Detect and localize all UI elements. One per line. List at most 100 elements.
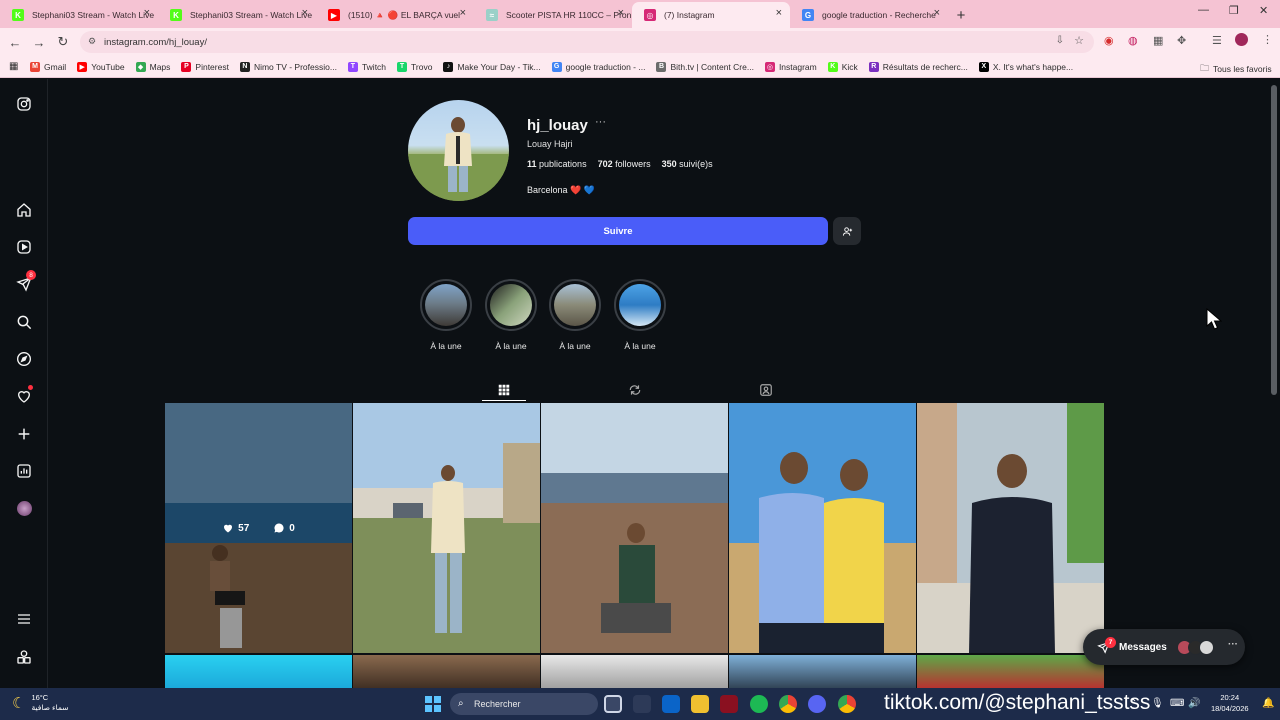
bookmark-item[interactable]: T Trovo xyxy=(397,61,432,72)
more-dots-icon[interactable]: ··· xyxy=(1228,639,1238,650)
scrollbar-thumb[interactable] xyxy=(1271,85,1277,395)
create-plus-icon[interactable] xyxy=(14,424,34,444)
followers-stat[interactable]: 702 followers xyxy=(598,159,651,169)
dashboard-icon[interactable] xyxy=(14,461,34,481)
explore-compass-icon[interactable] xyxy=(14,349,34,369)
bookmark-item[interactable]: ♪ Make Your Day - Tik... xyxy=(443,61,541,72)
post-tile[interactable] xyxy=(917,655,1104,688)
back-icon[interactable]: ← xyxy=(3,35,27,50)
bookmark-item[interactable]: K Kick xyxy=(827,61,858,72)
extension-pink-icon[interactable]: ◍ xyxy=(1128,34,1138,47)
microphone-icon[interactable]: 🎙 xyxy=(1151,698,1164,709)
file-explorer-icon[interactable] xyxy=(691,695,709,713)
all-favorites-folder[interactable]: 🗀 Tous les favoris xyxy=(1200,61,1272,77)
extensions-puzzle-icon[interactable]: ✥ xyxy=(1177,34,1186,47)
windows-start-icon[interactable] xyxy=(425,696,441,712)
tab-reposts[interactable] xyxy=(613,379,657,401)
page-scrollbar[interactable] xyxy=(1268,79,1280,688)
reading-list-icon[interactable]: ☰ xyxy=(1212,34,1222,47)
post-tile[interactable] xyxy=(729,403,916,653)
extension-red-icon[interactable]: ◉ xyxy=(1104,34,1114,47)
more-menu-icon[interactable] xyxy=(14,609,34,629)
browser-tab[interactable]: ▶ (1510) 🔺 🔴 EL BARÇA vuel × xyxy=(316,2,474,28)
post-tile[interactable] xyxy=(729,655,916,688)
browser-tab[interactable]: K Stephani03 Stream - Watch Live × xyxy=(0,2,158,28)
post-tile[interactable] xyxy=(353,655,540,688)
post-tile[interactable]: 57 0 xyxy=(165,403,352,653)
profile-options-icon[interactable]: ··· xyxy=(595,116,606,128)
address-bar[interactable]: ⚙ instagram.com/hj_louay/ ⇩ ☆ xyxy=(80,31,1094,53)
restore-icon[interactable]: ❐ xyxy=(1229,4,1239,17)
post-tile[interactable] xyxy=(541,655,728,688)
direct-messages-icon[interactable]: 8 xyxy=(14,270,36,294)
notifications-heart-icon[interactable] xyxy=(14,385,34,406)
highlight-item[interactable]: À la une xyxy=(547,279,603,351)
discord-icon[interactable] xyxy=(808,695,826,713)
post-tile[interactable] xyxy=(165,655,352,688)
bookmark-item[interactable]: M Gmail xyxy=(30,61,66,72)
new-tab-button[interactable]: + xyxy=(948,2,974,28)
taskbar-search[interactable]: ⌕ Rechercher xyxy=(450,693,598,715)
suggested-accounts-button[interactable] xyxy=(833,217,861,245)
site-info-icon[interactable]: ⚙ xyxy=(88,36,96,47)
chrome-alt-icon[interactable] xyxy=(838,695,856,713)
widgets-icon[interactable] xyxy=(633,695,651,713)
bookmark-item[interactable]: ◎ Instagram xyxy=(764,61,817,72)
close-tab-icon[interactable]: × xyxy=(776,7,782,19)
menu-kebab-icon[interactable]: ⋮ xyxy=(1262,33,1273,46)
follow-button[interactable]: Suivre xyxy=(408,217,828,245)
bookmark-item[interactable]: ▶ YouTube xyxy=(77,61,125,72)
minimize-icon[interactable]: — xyxy=(1198,4,1209,16)
post-tile[interactable] xyxy=(541,403,728,653)
taskbar-clock[interactable]: 20:24 18/04/2026 xyxy=(1211,692,1249,714)
profile-avatar-icon[interactable] xyxy=(1235,33,1248,46)
extension-grid-icon[interactable]: ▦ xyxy=(1153,34,1163,47)
bookmark-item[interactable]: ◆ Maps xyxy=(135,61,170,72)
network-icon[interactable]: ⌨ xyxy=(1170,698,1184,709)
chrome-icon[interactable] xyxy=(779,695,797,713)
close-tab-icon[interactable]: × xyxy=(460,7,466,19)
bookmark-item[interactable]: P Pinterest xyxy=(181,61,229,72)
highlight-item[interactable]: À la une xyxy=(483,279,539,351)
profile-picture[interactable] xyxy=(408,100,509,201)
browser-tab[interactable]: Ggoogle traduction - Recherche × xyxy=(790,2,948,28)
apps-grid-icon[interactable]: ▦ xyxy=(9,61,18,72)
also-from-meta-icon[interactable] xyxy=(14,647,34,667)
search-icon[interactable] xyxy=(14,312,34,332)
following-stat[interactable]: 350 suivi(e)s xyxy=(662,159,713,169)
forward-icon[interactable]: → xyxy=(27,35,51,50)
close-window-icon[interactable]: ✕ xyxy=(1259,4,1268,17)
bookmark-item[interactable]: X X. It's what's happe... xyxy=(978,61,1073,72)
outlook-icon[interactable] xyxy=(662,695,680,713)
tab-posts[interactable] xyxy=(482,379,526,401)
highlight-item[interactable]: À la une xyxy=(418,279,474,351)
close-tab-icon[interactable]: × xyxy=(144,7,150,19)
post-tile[interactable] xyxy=(917,403,1104,653)
profile-avatar[interactable] xyxy=(14,498,34,518)
task-view-icon[interactable] xyxy=(604,695,622,713)
bookmark-item[interactable]: B Bith.tv | Content Cre... xyxy=(656,61,754,72)
messages-button[interactable]: 7 Messages ··· xyxy=(1083,629,1245,665)
bookmark-item[interactable]: N Nimo TV - Professio... xyxy=(239,61,337,72)
tray-chevron-icon[interactable]: ⌃ xyxy=(1129,698,1137,709)
close-tab-icon[interactable]: × xyxy=(302,7,308,19)
bookmark-item[interactable]: T Twitch xyxy=(347,61,386,72)
instagram-logo-icon[interactable] xyxy=(14,94,34,114)
weather-widget[interactable]: ☾ 16°C سماء صافية xyxy=(12,693,69,713)
tab-tagged[interactable] xyxy=(744,379,788,401)
spotify-icon[interactable] xyxy=(750,695,768,713)
post-tile[interactable] xyxy=(353,403,540,653)
volume-icon[interactable]: 🔊 xyxy=(1188,698,1200,709)
app-red-icon[interactable] xyxy=(720,695,738,713)
install-app-icon[interactable]: ⇩ xyxy=(1056,35,1064,46)
reels-icon[interactable] xyxy=(14,237,34,257)
close-tab-icon[interactable]: × xyxy=(934,7,940,19)
home-icon[interactable] xyxy=(14,200,34,220)
browser-tab[interactable]: K Stephani03 Stream - Watch Live × xyxy=(158,2,316,28)
bookmark-star-icon[interactable]: ☆ xyxy=(1074,34,1084,47)
browser-tab[interactable]: ◎ (7) Instagram × xyxy=(632,2,790,28)
notifications-bell-icon[interactable]: 🔔 xyxy=(1262,698,1274,709)
bookmark-item[interactable]: Ggoogle traduction - ... xyxy=(551,61,645,72)
reload-icon[interactable]: ↻ xyxy=(51,34,75,50)
browser-tab[interactable]: ≈ Scooter PISTA HR 110CC – Pron × xyxy=(474,2,632,28)
